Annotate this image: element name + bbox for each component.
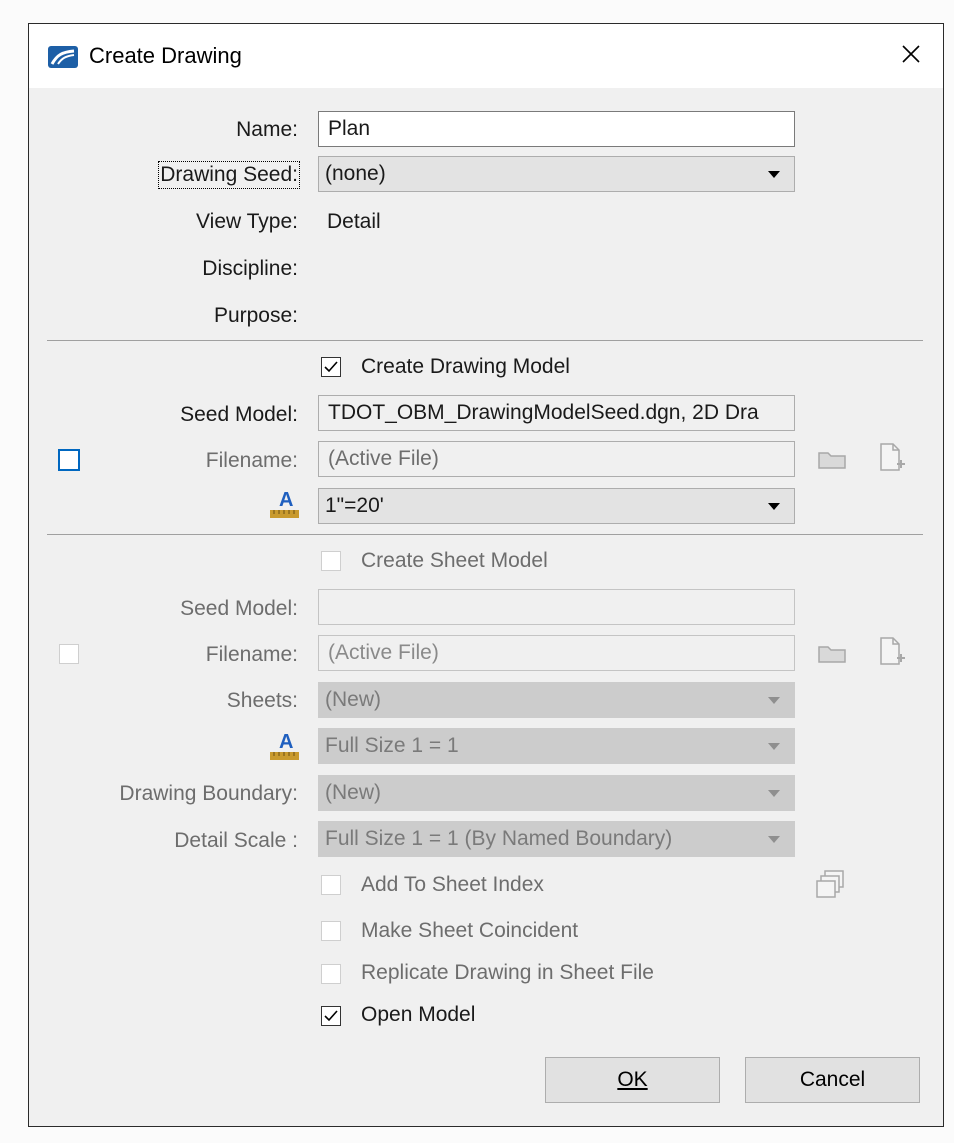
chevron-down-icon (768, 836, 780, 843)
view-type-value: Detail (327, 210, 381, 233)
annotation-scale-icon[interactable]: A (269, 486, 301, 520)
folder-icon[interactable] (817, 642, 847, 664)
discipline-label: Discipline: (202, 257, 298, 280)
checkmark-icon (324, 361, 338, 373)
sheet-scale-dropdown[interactable]: Full Size 1 = 1 (318, 728, 795, 764)
folder-icon[interactable] (817, 448, 847, 470)
sheets-label: Sheets: (226, 689, 298, 712)
drawing-boundary-dropdown[interactable]: (New) (318, 775, 795, 811)
app-logo-icon (48, 46, 78, 68)
sheet-filename-checkbox[interactable] (59, 644, 79, 664)
svg-text:A: A (279, 731, 293, 753)
annotation-scale-icon[interactable]: A (269, 728, 301, 762)
drawing-scale-value: 1"=20' (325, 494, 384, 517)
title-bar: Create Drawing (29, 24, 943, 88)
replicate-drawing-label: Replicate Drawing in Sheet File (361, 961, 654, 984)
drawing-boundary-label: Drawing Boundary: (119, 782, 298, 805)
name-field[interactable]: Plan (318, 111, 795, 147)
add-to-sheet-index-checkbox[interactable] (321, 875, 341, 895)
chevron-down-icon (768, 697, 780, 704)
section-divider (47, 340, 923, 341)
detail-scale-dropdown[interactable]: Full Size 1 = 1 (By Named Boundary) (318, 821, 795, 857)
close-icon[interactable] (893, 36, 929, 72)
drawing-boundary-value: (New) (325, 781, 381, 804)
detail-scale-label: Detail Scale : (174, 829, 298, 852)
ok-button-label: OK (617, 1068, 648, 1091)
chevron-down-icon (768, 790, 780, 797)
section-divider (47, 534, 923, 535)
sheet-seed-model-field[interactable] (318, 589, 795, 625)
checkmark-icon (324, 1010, 338, 1022)
view-type-label: View Type: (196, 210, 298, 233)
cancel-button[interactable]: Cancel (745, 1057, 920, 1103)
create-drawing-model-checkbox[interactable] (321, 357, 341, 377)
seed-model-field[interactable]: TDOT_OBM_DrawingModelSeed.dgn, 2D Dra (318, 395, 795, 431)
drawing-seed-label: Drawing Seed: (158, 161, 300, 189)
sheets-value: (New) (325, 688, 381, 711)
detail-scale-value: Full Size 1 = 1 (By Named Boundary) (325, 827, 673, 850)
add-to-sheet-index-label: Add To Sheet Index (361, 873, 544, 896)
svg-text:A: A (279, 489, 293, 511)
create-sheet-model-checkbox[interactable] (321, 551, 341, 571)
drawing-filename-label: Filename: (205, 449, 298, 472)
dialog-title: Create Drawing (89, 43, 242, 68)
sheet-index-icon[interactable] (815, 868, 847, 900)
make-sheet-coincident-checkbox[interactable] (321, 921, 341, 941)
seed-model-label: Seed Model: (180, 403, 298, 426)
make-sheet-coincident-label: Make Sheet Coincident (361, 919, 579, 942)
chevron-down-icon (768, 503, 780, 510)
drawing-filename-field[interactable]: (Active File) (318, 441, 795, 477)
new-file-icon[interactable] (878, 636, 906, 668)
sheet-scale-value: Full Size 1 = 1 (325, 734, 459, 757)
purpose-label: Purpose: (213, 304, 298, 327)
name-label: Name: (236, 118, 298, 141)
ok-button[interactable]: OK (545, 1057, 720, 1103)
sheet-filename-field[interactable]: (Active File) (318, 635, 795, 671)
create-sheet-model-label: Create Sheet Model (361, 549, 548, 572)
drawing-seed-dropdown[interactable]: (none) (318, 156, 795, 192)
drawing-scale-dropdown[interactable]: 1"=20' (318, 488, 795, 524)
chevron-down-icon (768, 171, 780, 178)
chevron-down-icon (768, 743, 780, 750)
sheet-filename-label: Filename: (205, 643, 298, 666)
drawing-seed-value: (none) (325, 162, 386, 185)
create-drawing-model-label: Create Drawing Model (361, 355, 570, 378)
create-drawing-dialog: Create Drawing Name: Plan Drawing Seed: … (28, 23, 944, 1127)
sheets-dropdown[interactable]: (New) (318, 682, 795, 718)
drawing-filename-checkbox[interactable] (58, 449, 80, 471)
open-model-label: Open Model (361, 1003, 476, 1026)
new-file-icon[interactable] (878, 442, 906, 474)
replicate-drawing-checkbox[interactable] (321, 964, 341, 984)
sheet-seed-model-label: Seed Model: (180, 597, 298, 620)
open-model-checkbox[interactable] (321, 1006, 341, 1026)
